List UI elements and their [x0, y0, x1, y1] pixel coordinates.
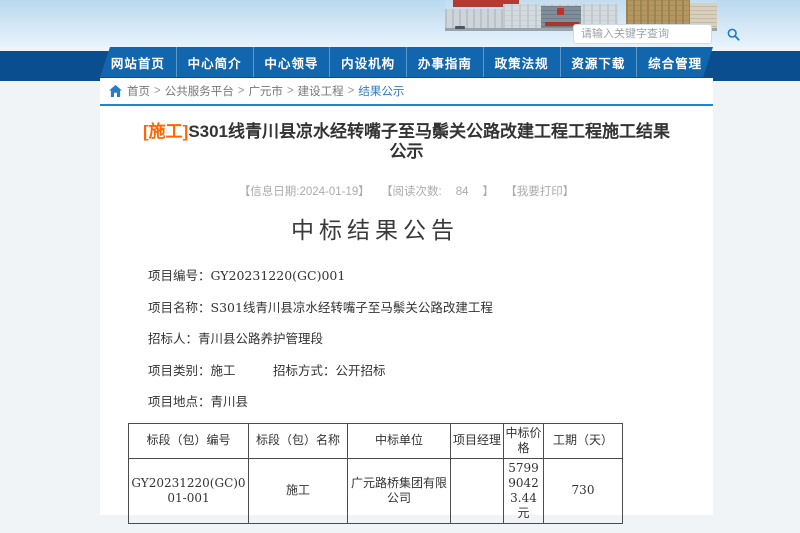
home-icon[interactable]: [109, 85, 122, 97]
detail-line-1: 项目名称：S301线青川县凉水经转嘴子至马鬃关公路改建工程: [128, 297, 622, 316]
table-header-3: 项目经理: [451, 423, 504, 458]
table-cell-0-4: 579990423.44元: [504, 458, 544, 523]
title-text: S301线青川县凉水经转嘴子至马鬃关公路改建工程工程施工结果公示: [188, 122, 670, 161]
table-cell-0-1: 施工: [249, 458, 348, 523]
nav-item-2[interactable]: 中心领导: [253, 47, 330, 77]
meta-info-date: 【信息日期:2024-01-19】: [239, 186, 370, 198]
breadcrumb-items: 首页>公共服务平台>广元市>建设工程>结果公示: [127, 83, 404, 99]
table-header-4: 中标价格: [504, 423, 544, 458]
announcement-heading: 中标结果公告: [128, 211, 622, 245]
detail-line-4: 项目地点：青川县: [128, 391, 622, 410]
nav-item-5[interactable]: 政策法规: [483, 47, 560, 77]
table-header-5: 工期（天）: [544, 423, 623, 458]
article-meta: 【信息日期:2024-01-19】 【阅读次数:84】 【我要打印】: [100, 183, 713, 199]
breadcrumb-separator: >: [238, 85, 245, 97]
title-category-tag: [施工]: [143, 122, 188, 141]
breadcrumb: 首页>公共服务平台>广元市>建设工程>结果公示: [100, 78, 713, 104]
nav-item-6[interactable]: 资源下载: [560, 47, 637, 77]
bid-result-table: 标段（包）编号标段（包）名称中标单位项目经理中标价格工期（天） GY202312…: [128, 423, 623, 524]
table-header-0: 标段（包）编号: [129, 423, 249, 458]
detail-line-2: 招标人：青川县公路养护管理段: [128, 328, 622, 347]
table-header-1: 标段（包）名称: [249, 423, 348, 458]
nav-item-0[interactable]: 网站首页: [100, 47, 176, 77]
detail-line-3: 项目类别：施工 招标方式：公开招标: [128, 360, 622, 379]
meta-views-count: 84: [456, 186, 469, 198]
main-navigation: 网站首页中心简介中心领导内设机构办事指南政策法规资源下载综合管理: [100, 47, 713, 77]
nav-item-3[interactable]: 内设机构: [329, 47, 406, 77]
breadcrumb-item-1[interactable]: 公共服务平台: [165, 83, 234, 99]
table-cell-0-5: 730: [544, 458, 623, 523]
breadcrumb-separator: >: [287, 85, 294, 97]
announcement-document: 中标结果公告 项目编号：GY20231220(GC)001 项目名称：S301线青…: [128, 211, 622, 533]
nav-item-1[interactable]: 中心简介: [176, 47, 253, 77]
breadcrumb-item-4: 结果公示: [358, 83, 404, 99]
meta-views: 【阅读次数:84】: [381, 186, 494, 198]
search-icon[interactable]: [727, 27, 740, 41]
breadcrumb-item-2[interactable]: 广元市: [248, 83, 283, 99]
breadcrumb-separator: >: [154, 85, 161, 97]
table-cell-0-0: GY20231220(GC)001-001: [129, 458, 249, 523]
nav-item-4[interactable]: 办事指南: [406, 47, 483, 77]
building-red-emblem: [557, 8, 564, 15]
page-title: [施工]S301线青川县凉水经转嘴子至马鬃关公路改建工程工程施工结果公示: [142, 122, 671, 162]
search-input[interactable]: [574, 28, 727, 40]
breadcrumb-item-3[interactable]: 建设工程: [298, 83, 344, 99]
breadcrumb-divider: [100, 104, 713, 106]
breadcrumb-separator: >: [348, 85, 355, 97]
content-card: 首页>公共服务平台>广元市>建设工程>结果公示 [施工]S301线青川县凉水经转…: [100, 78, 713, 515]
table-row: GY20231220(GC)001-001施工广元路桥集团有限公司 5799904…: [129, 458, 623, 523]
table-cell-0-3: [451, 458, 504, 523]
table-header-2: 中标单位: [348, 423, 451, 458]
project-details: 项目编号：GY20231220(GC)001 项目名称：S301线青川县凉水经转嘴…: [128, 265, 622, 410]
keyword-search-box: [573, 24, 712, 44]
table-cell-0-2: 广元路桥集团有限公司: [348, 458, 451, 523]
detail-line-0: 项目编号：GY20231220(GC)001: [128, 265, 622, 284]
nav-item-7[interactable]: 综合管理: [636, 47, 713, 77]
breadcrumb-item-0[interactable]: 首页: [127, 83, 150, 99]
parked-car: [455, 26, 465, 29]
print-button[interactable]: 【我要打印】: [505, 186, 574, 198]
